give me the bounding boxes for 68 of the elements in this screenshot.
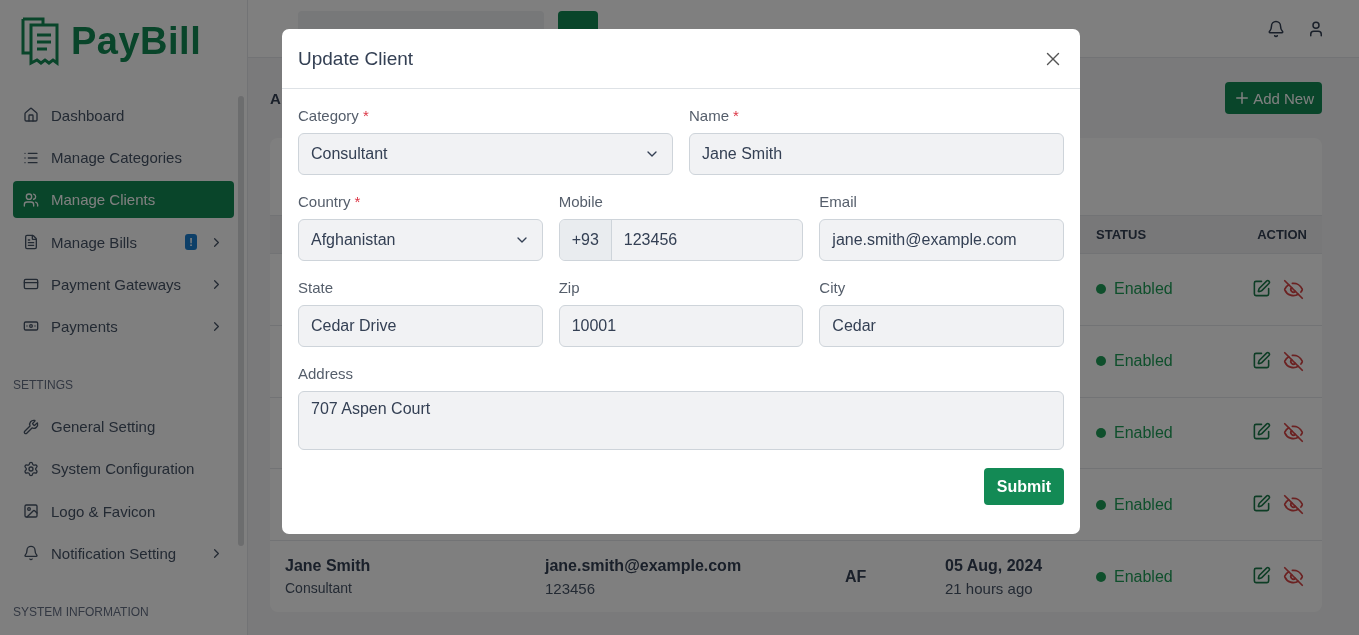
sidebar-item[interactable]: Payment Gateways [13, 265, 234, 303]
date-text: 05 Aug, 2024 [945, 556, 1044, 575]
country-code: +93 [559, 220, 612, 260]
eye-off-icon[interactable] [1283, 278, 1304, 300]
status-dot [1096, 427, 1106, 438]
section-heading: SYSTEM INFORMATION [13, 604, 150, 619]
image-icon [23, 503, 39, 520]
dialog-title: Update Client [298, 47, 414, 70]
client-mobile: 123456 [545, 579, 597, 597]
select-field[interactable]: Consultant [298, 133, 673, 175]
eye-off-icon[interactable] [1283, 494, 1304, 516]
sidebar-item[interactable]: Notification Setting [13, 534, 234, 572]
status-dot [1096, 571, 1106, 582]
page-heading: A [270, 89, 281, 107]
status-text: Enabled [1114, 567, 1173, 586]
field-label: State [298, 279, 335, 296]
client-category: Consultant [285, 580, 353, 597]
status-text: Enabled [1114, 423, 1173, 442]
field-label: Zip [558, 279, 581, 296]
field-label: Country * [298, 193, 362, 210]
column-header: STATUS [1095, 226, 1148, 242]
status-text: Enabled [1114, 280, 1173, 299]
add-new-button[interactable]: Add New [1225, 82, 1322, 114]
field-label: City [819, 279, 847, 296]
client-email: jane.smith@example.com [545, 556, 743, 575]
gears-icon [23, 460, 39, 477]
field-label: Mobile [558, 193, 604, 210]
sidebar-item[interactable]: Manage Clients [13, 181, 234, 219]
eye-off-icon[interactable] [1283, 566, 1304, 588]
document-icon [23, 234, 39, 251]
field-label: Category * [298, 107, 370, 124]
input-field[interactable]: +93 123456 [558, 219, 804, 261]
input-field[interactable]: Cedar Drive [298, 305, 543, 347]
field-label: Address [298, 365, 355, 382]
input-field[interactable]: 10001 [558, 305, 804, 347]
sidebar-item[interactable]: Payments [13, 307, 234, 346]
field-label: Name * [689, 107, 740, 124]
status-dot [1096, 284, 1106, 295]
bell-icon [23, 545, 39, 562]
input-field[interactable]: Jane Smith [689, 133, 1064, 175]
logo-text: PayBill [71, 19, 202, 63]
eye-off-icon[interactable] [1283, 422, 1304, 444]
time-ago: 21 hours ago [945, 579, 1034, 597]
section-heading: SETTINGS [13, 378, 74, 393]
client-name: Jane Smith [285, 557, 372, 576]
sidebar-item[interactable]: Manage Bills ! [13, 223, 234, 261]
status-text: Enabled [1114, 352, 1173, 371]
home-icon [23, 107, 39, 124]
sidebar-item[interactable]: System Configuration [13, 450, 234, 488]
field-label: Email [819, 193, 858, 210]
status-text: Enabled [1114, 495, 1173, 514]
textarea-field[interactable]: 707 Aspen Court [298, 391, 1064, 450]
wrench-icon [23, 418, 39, 435]
status-dot [1096, 356, 1106, 367]
column-header: ACTION [1256, 226, 1308, 242]
status-dot [1096, 499, 1106, 510]
sidebar-item[interactable]: Logo & Favicon [13, 492, 234, 530]
sidebar-item[interactable]: Manage Categories [13, 139, 234, 177]
sidebar-item[interactable]: General Setting [13, 408, 234, 446]
select-field[interactable]: Afghanistan [298, 219, 543, 261]
input-field[interactable]: Cedar [819, 305, 1064, 347]
submit-button[interactable]: Submit [983, 468, 1064, 505]
users-icon [23, 191, 39, 208]
country-code: AF [845, 567, 868, 586]
alert-badge: ! [185, 234, 197, 251]
input-field[interactable]: jane.smith@example.com [819, 219, 1064, 261]
sidebar-item[interactable]: Dashboard [13, 96, 234, 134]
eye-off-icon[interactable] [1283, 350, 1304, 372]
